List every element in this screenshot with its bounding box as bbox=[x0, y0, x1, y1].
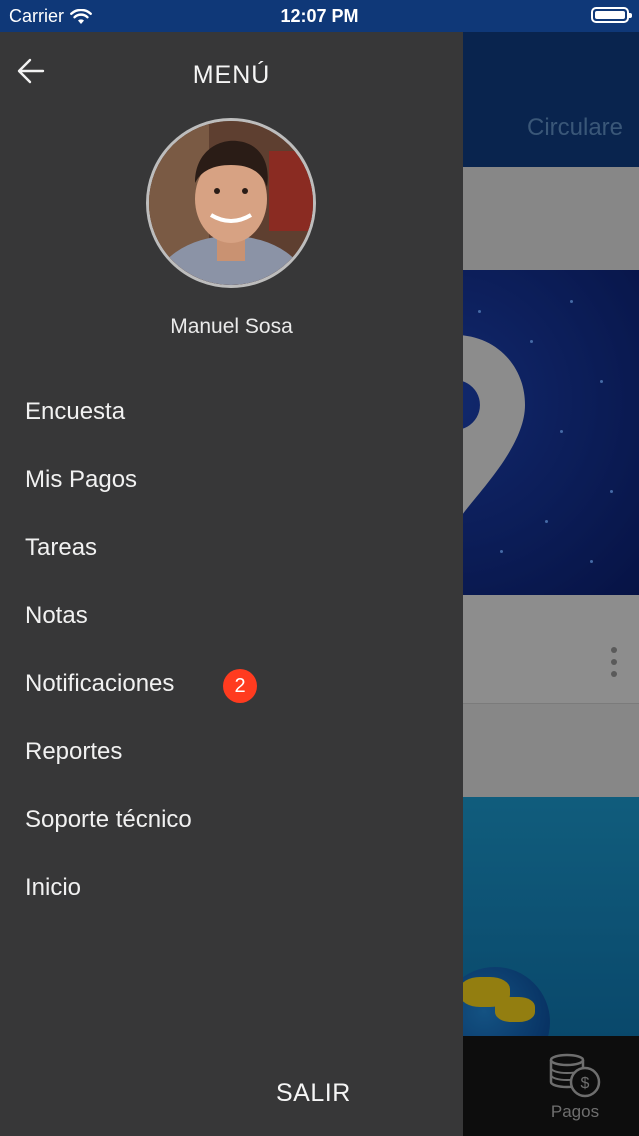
avatar[interactable] bbox=[146, 118, 316, 288]
menu-item-label: Reportes bbox=[25, 738, 123, 765]
app-screen: Carrier 12:07 PM d Circulare bbox=[0, 0, 639, 1136]
user-name: Manuel Sosa bbox=[170, 315, 293, 338]
logout-button[interactable]: SALIR bbox=[276, 1079, 351, 1108]
user-photo bbox=[149, 121, 313, 285]
menu-item-label: Encuesta bbox=[25, 398, 126, 425]
menu-item-mis-pagos[interactable]: Mis Pagos bbox=[0, 446, 463, 514]
drawer-title: MENÚ bbox=[192, 61, 271, 89]
status-bar: Carrier 12:07 PM bbox=[0, 0, 639, 32]
menu-item-inicio[interactable]: Inicio bbox=[0, 854, 463, 922]
side-drawer: MENÚ Manuel Sosa Encuesta Mis Pagos Tare… bbox=[0, 32, 463, 1136]
menu-item-label: Inicio bbox=[25, 874, 82, 901]
menu-item-label: Mis Pagos bbox=[25, 466, 138, 493]
notification-count-badge: 2 bbox=[223, 669, 257, 703]
menu-item-label: Tareas bbox=[25, 534, 98, 561]
menu-item-label: Notificaciones bbox=[25, 670, 175, 697]
menu-item-label: Notas bbox=[25, 602, 88, 629]
menu-item-soporte-tecnico[interactable]: Soporte técnico bbox=[0, 786, 463, 854]
menu-item-encuesta[interactable]: Encuesta bbox=[0, 378, 463, 446]
status-right bbox=[591, 7, 632, 23]
status-time: 12:07 PM bbox=[280, 6, 359, 26]
menu-item-label: Soporte técnico bbox=[25, 806, 192, 833]
menu-item-notas[interactable]: Notas bbox=[0, 582, 463, 650]
drawer-menu: Encuesta Mis Pagos Tareas Notas Notifica… bbox=[0, 378, 463, 922]
menu-item-reportes[interactable]: Reportes bbox=[0, 718, 463, 786]
menu-item-notificaciones[interactable]: Notificaciones 2 bbox=[0, 650, 463, 718]
battery-full-icon bbox=[591, 7, 632, 23]
menu-item-tareas[interactable]: Tareas bbox=[0, 514, 463, 582]
